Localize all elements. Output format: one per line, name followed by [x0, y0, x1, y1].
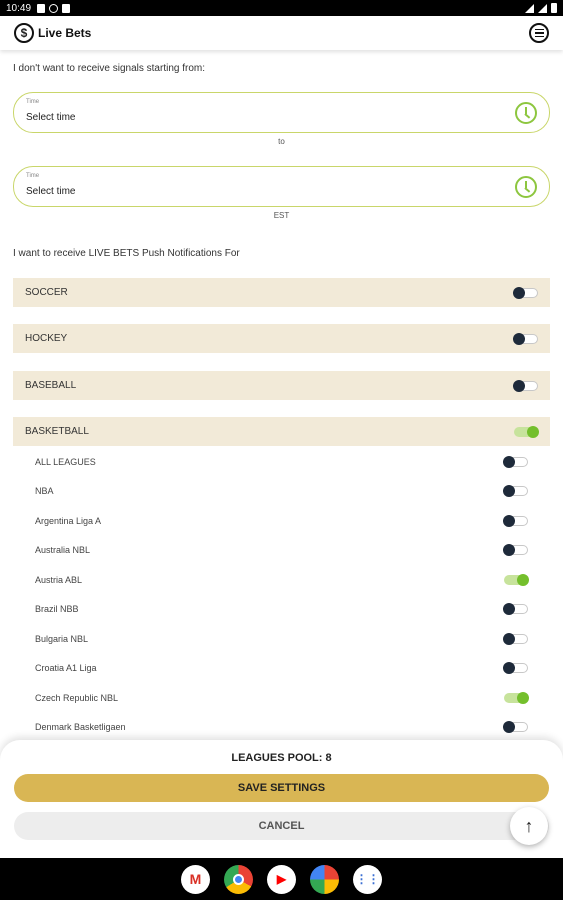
bulgaria-toggle[interactable] — [503, 633, 528, 645]
clock-icon[interactable] — [515, 102, 537, 124]
soccer-toggle[interactable] — [513, 286, 538, 299]
league-row-czech[interactable]: Czech Republic NBL — [13, 687, 550, 709]
league-row-croatia[interactable]: Croatia A1 Liga — [13, 657, 550, 679]
nba-toggle[interactable] — [503, 485, 528, 497]
hockey-toggle[interactable] — [513, 332, 538, 345]
croatia-toggle[interactable] — [503, 662, 528, 674]
settings-status-icon — [49, 3, 59, 13]
sport-row-soccer[interactable]: SOCCER — [13, 278, 550, 307]
app-bar: $ Live Bets — [0, 16, 563, 50]
settings-content[interactable]: I don't want to receive signals starting… — [0, 50, 563, 740]
australia-toggle[interactable] — [503, 544, 528, 556]
league-label: Bulgaria NBL — [35, 634, 89, 644]
league-row-austria[interactable]: Austria ABL — [13, 569, 550, 591]
notification-icon — [37, 3, 46, 13]
dollar-logo-icon[interactable]: $ — [14, 23, 34, 43]
bottom-sheet: LEAGUES POOL: 8 SAVE SETTINGS CANCEL ↑ — [0, 740, 563, 858]
leagues-pool-count: LEAGUES POOL: 8 — [231, 752, 332, 764]
league-label: Argentina Liga A — [35, 516, 102, 526]
time-from-label: Time — [26, 99, 40, 105]
sport-row-hockey[interactable]: HOCKEY — [13, 324, 550, 353]
time-from-value: Select time — [26, 112, 76, 123]
league-label: Brazil NBB — [35, 604, 79, 614]
brazil-toggle[interactable] — [503, 603, 528, 615]
league-label: Australia NBL — [35, 545, 91, 555]
league-label: NBA — [35, 486, 54, 496]
timezone-label: EST — [273, 211, 290, 220]
baseball-toggle[interactable] — [513, 379, 538, 392]
argentina-toggle[interactable] — [503, 515, 528, 527]
league-row-australia[interactable]: Australia NBL — [13, 539, 550, 561]
league-row-bulgaria[interactable]: Bulgaria NBL — [13, 628, 550, 650]
czech-toggle[interactable] — [504, 692, 529, 704]
league-row-all-leagues[interactable]: ALL LEAGUES — [13, 451, 550, 473]
time-to-label: Time — [26, 173, 40, 179]
sport-row-basketball[interactable]: BASKETBALL — [13, 417, 550, 446]
intro-text: I don't want to receive signals starting… — [13, 63, 205, 74]
league-label: Czech Republic NBL — [35, 693, 119, 703]
time-from-field[interactable]: Time Select time — [13, 92, 550, 133]
clock-icon[interactable] — [515, 176, 537, 198]
separator-to: to — [278, 137, 285, 146]
sport-label: BASKETBALL — [25, 426, 89, 437]
time-to-field[interactable]: Time Select time — [13, 166, 550, 207]
league-row-nba[interactable]: NBA — [13, 480, 550, 502]
push-heading: I want to receive LIVE BETS Push Notific… — [13, 248, 240, 259]
league-row-argentina[interactable]: Argentina Liga A — [13, 510, 550, 532]
time-to-value: Select time — [26, 186, 76, 197]
cancel-button[interactable]: CANCEL — [14, 812, 549, 840]
sport-label: BASEBALL — [25, 380, 77, 391]
app-dock: M ▶ ⋮⋮ — [0, 858, 563, 900]
basketball-toggle[interactable] — [514, 425, 539, 438]
save-settings-button[interactable]: SAVE SETTINGS — [14, 774, 549, 802]
league-row-brazil[interactable]: Brazil NBB — [13, 598, 550, 620]
chrome-icon[interactable] — [224, 864, 253, 894]
league-label: Austria ABL — [35, 575, 83, 585]
status-time: 10:49 — [6, 2, 32, 14]
denmark-toggle[interactable] — [503, 721, 528, 733]
scroll-top-arrow-icon[interactable]: ↑ — [510, 807, 548, 845]
youtube-icon[interactable]: ▶ — [267, 864, 296, 894]
austria-toggle[interactable] — [504, 574, 529, 586]
app-title: Live Bets — [38, 26, 92, 40]
league-label: Croatia A1 Liga — [35, 663, 97, 673]
sport-label: SOCCER — [25, 287, 68, 298]
gmail-icon[interactable]: M — [181, 864, 210, 894]
battery-icon — [551, 3, 557, 13]
photos-icon[interactable] — [310, 864, 339, 894]
sport-row-baseball[interactable]: BASEBALL — [13, 371, 550, 400]
menu-icon[interactable] — [529, 23, 549, 43]
league-row-denmark[interactable]: Denmark Basketligaen — [13, 716, 550, 738]
sim-icon — [62, 3, 71, 13]
status-bar: 10:49 — [0, 0, 563, 16]
sport-label: HOCKEY — [25, 333, 68, 344]
signal-icon — [538, 3, 547, 13]
app-drawer-icon[interactable]: ⋮⋮ — [353, 864, 382, 894]
league-label: Denmark Basketligaen — [35, 722, 126, 732]
all-leagues-toggle[interactable] — [503, 456, 528, 468]
wifi-icon — [525, 3, 534, 13]
league-label: ALL LEAGUES — [35, 457, 96, 467]
